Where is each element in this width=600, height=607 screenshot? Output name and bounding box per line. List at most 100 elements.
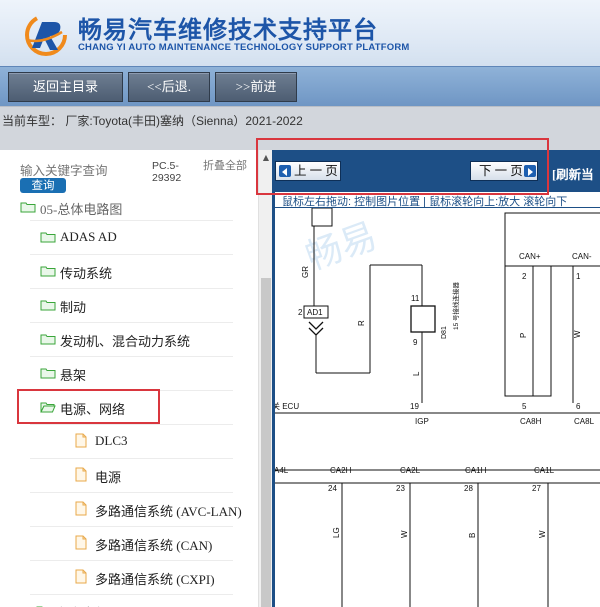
pin-9: 9 [413, 338, 418, 347]
label-a4l: A4L [274, 466, 289, 475]
diagram-panel: 上 一 页 下 一 页 [刷新当 鼠标左右拖动: 控制图片位置 | 鼠标滚轮向上… [272, 150, 600, 607]
pin-23: 23 [396, 484, 405, 493]
pin-2: 2 [298, 308, 303, 317]
hint-text: 鼠标左右拖动: 控制图片位置 | 鼠标滚轮向上:放大 滚轮向下 [282, 196, 568, 208]
folder-icon [40, 232, 56, 243]
tree-item-label: 多路通信系统 (AVC-LAN) [95, 504, 242, 519]
next-page-button[interactable]: 下 一 页 [470, 161, 538, 181]
pin-c5: 5 [522, 402, 527, 411]
brand-title: 畅易汽车维修技术支持平台 [78, 16, 378, 44]
file-icon [75, 569, 87, 584]
tree-item-label: 悬架 [60, 368, 87, 383]
tree-item[interactable]: ADAS AD [0, 221, 258, 255]
label-r: R [357, 320, 366, 326]
tree-item[interactable]: 多路通信系统 (CXPI) [0, 561, 258, 595]
sidebar-scrollbar[interactable]: ▲ [258, 150, 272, 607]
tree-item[interactable]: 制动 [0, 289, 258, 323]
label-ca8l: CA8L [574, 417, 595, 426]
diagram-nav-bar: 上 一 页 下 一 页 [刷新当 [272, 150, 600, 192]
label-ca1l: CA1L [534, 466, 555, 475]
folder-icon [40, 300, 56, 311]
pin-11: 11 [411, 294, 420, 303]
tree-item[interactable]: DLC3 [0, 425, 258, 459]
tree-item[interactable]: 车身电气 [0, 595, 258, 607]
label-can-minus: CAN- [572, 252, 592, 261]
label-ca1h: CA1H [465, 466, 487, 475]
label-ca8h: CA8H [520, 417, 542, 426]
pin-c6: 6 [576, 402, 581, 411]
lower-wires [273, 483, 549, 607]
label-w: W [573, 330, 582, 338]
label-ca2l: CA2L [400, 466, 421, 475]
tree-item-label: ADAS AD [60, 229, 117, 244]
label-gr: GR [301, 266, 310, 278]
search-button[interactable]: 查询 [20, 178, 66, 193]
tree-item-label: 制动 [60, 300, 87, 315]
sidebar: 查询 PC.5-29392 折叠全部 05-总体电路图 ADAS AD 传动系统制动… [0, 150, 272, 607]
diagram-left-border [272, 150, 275, 607]
scrollbar-thumb[interactable] [261, 278, 271, 607]
file-icon [75, 501, 87, 516]
tree-item[interactable]: 多路通信系统 (CAN) [0, 527, 258, 561]
file-icon [75, 535, 87, 550]
app-header: 畅易汽车维修技术支持平台 CHANG YI AUTO MAINTENANCE T… [0, 0, 600, 66]
tree-item-label: 多路通信系统 (CAN) [95, 538, 213, 553]
refresh-link[interactable]: [刷新当 [552, 164, 594, 183]
pin-c1: 1 [576, 272, 581, 281]
label-l: L [412, 371, 421, 376]
toolbar: 返回主目录 <<后退. >>前进 [0, 66, 600, 106]
folder-icon [20, 202, 36, 213]
collapse-all-button[interactable]: 折叠全部 [203, 160, 247, 172]
label-lg: LG [332, 527, 341, 538]
tree-item-label: 传动系统 [60, 266, 113, 281]
folder-open-icon [40, 402, 56, 413]
tree-item[interactable]: 悬架 [0, 357, 258, 391]
label-w2: W [400, 530, 409, 538]
label-can-plus: CAN+ [519, 252, 541, 261]
connector-d81 [410, 305, 436, 333]
main-menu-button[interactable]: 返回主目录 [8, 72, 123, 102]
tree-item[interactable]: 电源、网络 [0, 391, 258, 425]
tree-item[interactable]: 电源 [0, 459, 258, 493]
can-wire-box-1 [504, 265, 534, 397]
label-d81: D81 [441, 326, 448, 339]
back-button[interactable]: <<后退. [128, 72, 210, 102]
label-ecu: 关 ECU [272, 401, 299, 411]
tree-item-label: 05-总体电路图 [40, 202, 123, 217]
file-icon [75, 433, 87, 448]
pin-19: 19 [410, 402, 419, 411]
tree-item[interactable]: 传动系统 [0, 255, 258, 289]
hint-bar: 鼠标左右拖动: 控制图片位置 | 鼠标滚轮向上:放大 滚轮向下 [272, 192, 600, 208]
tree-item-label: 电源、网络 [60, 402, 126, 417]
label-ca2h: CA2H [330, 466, 352, 475]
forward-button[interactable]: >>前进 [215, 72, 297, 102]
tree-item-label: 电源 [95, 470, 122, 485]
tree-item-label: 多路通信系统 (CXPI) [95, 572, 215, 587]
folder-icon [40, 266, 56, 277]
label-b: B [468, 533, 477, 538]
pin-28: 28 [464, 484, 473, 493]
pin-c2: 2 [522, 272, 527, 281]
logo-icon [25, 14, 67, 56]
tree-item-label: 车身电气 [56, 603, 108, 607]
next-arrow-icon [524, 165, 536, 177]
pc-label: PC.5-29392 [152, 160, 182, 184]
pin-24: 24 [328, 484, 337, 493]
label-d81-desc: 15 号接线连接器 [451, 281, 460, 330]
tree-item[interactable]: 发动机、混合动力系统 [0, 323, 258, 357]
current-vehicle-text: 当前车型： 厂家:Toyota(丰田)塞纳（Sienna）2021-2022 [2, 114, 303, 128]
wiring-diagram[interactable]: 畅易 GR 2 AD1 R 11 9 D81 15 号接线连接器 L 19 关 … [272, 208, 600, 607]
tree-item[interactable]: 多路通信系统 (AVC-LAN) [0, 493, 258, 527]
label-w3: W [538, 530, 547, 538]
file-icon [75, 467, 87, 482]
vehicle-bar: 当前车型： 厂家:Toyota(丰田)塞纳（Sienna）2021-2022 [0, 106, 600, 150]
can-wire-box-2 [532, 265, 552, 397]
folder-icon [40, 334, 56, 345]
folder-icon [40, 368, 56, 379]
tree-item[interactable]: 05-总体电路图 [0, 197, 258, 221]
prev-page-button[interactable]: 上 一 页 [275, 161, 341, 181]
label-igp: IGP [415, 417, 429, 426]
search-area: 查询 PC.5-29392 折叠全部 [0, 150, 258, 202]
scroll-up-icon[interactable]: ▲ [259, 152, 273, 164]
prev-page-label: 上 一 页 [294, 164, 338, 178]
